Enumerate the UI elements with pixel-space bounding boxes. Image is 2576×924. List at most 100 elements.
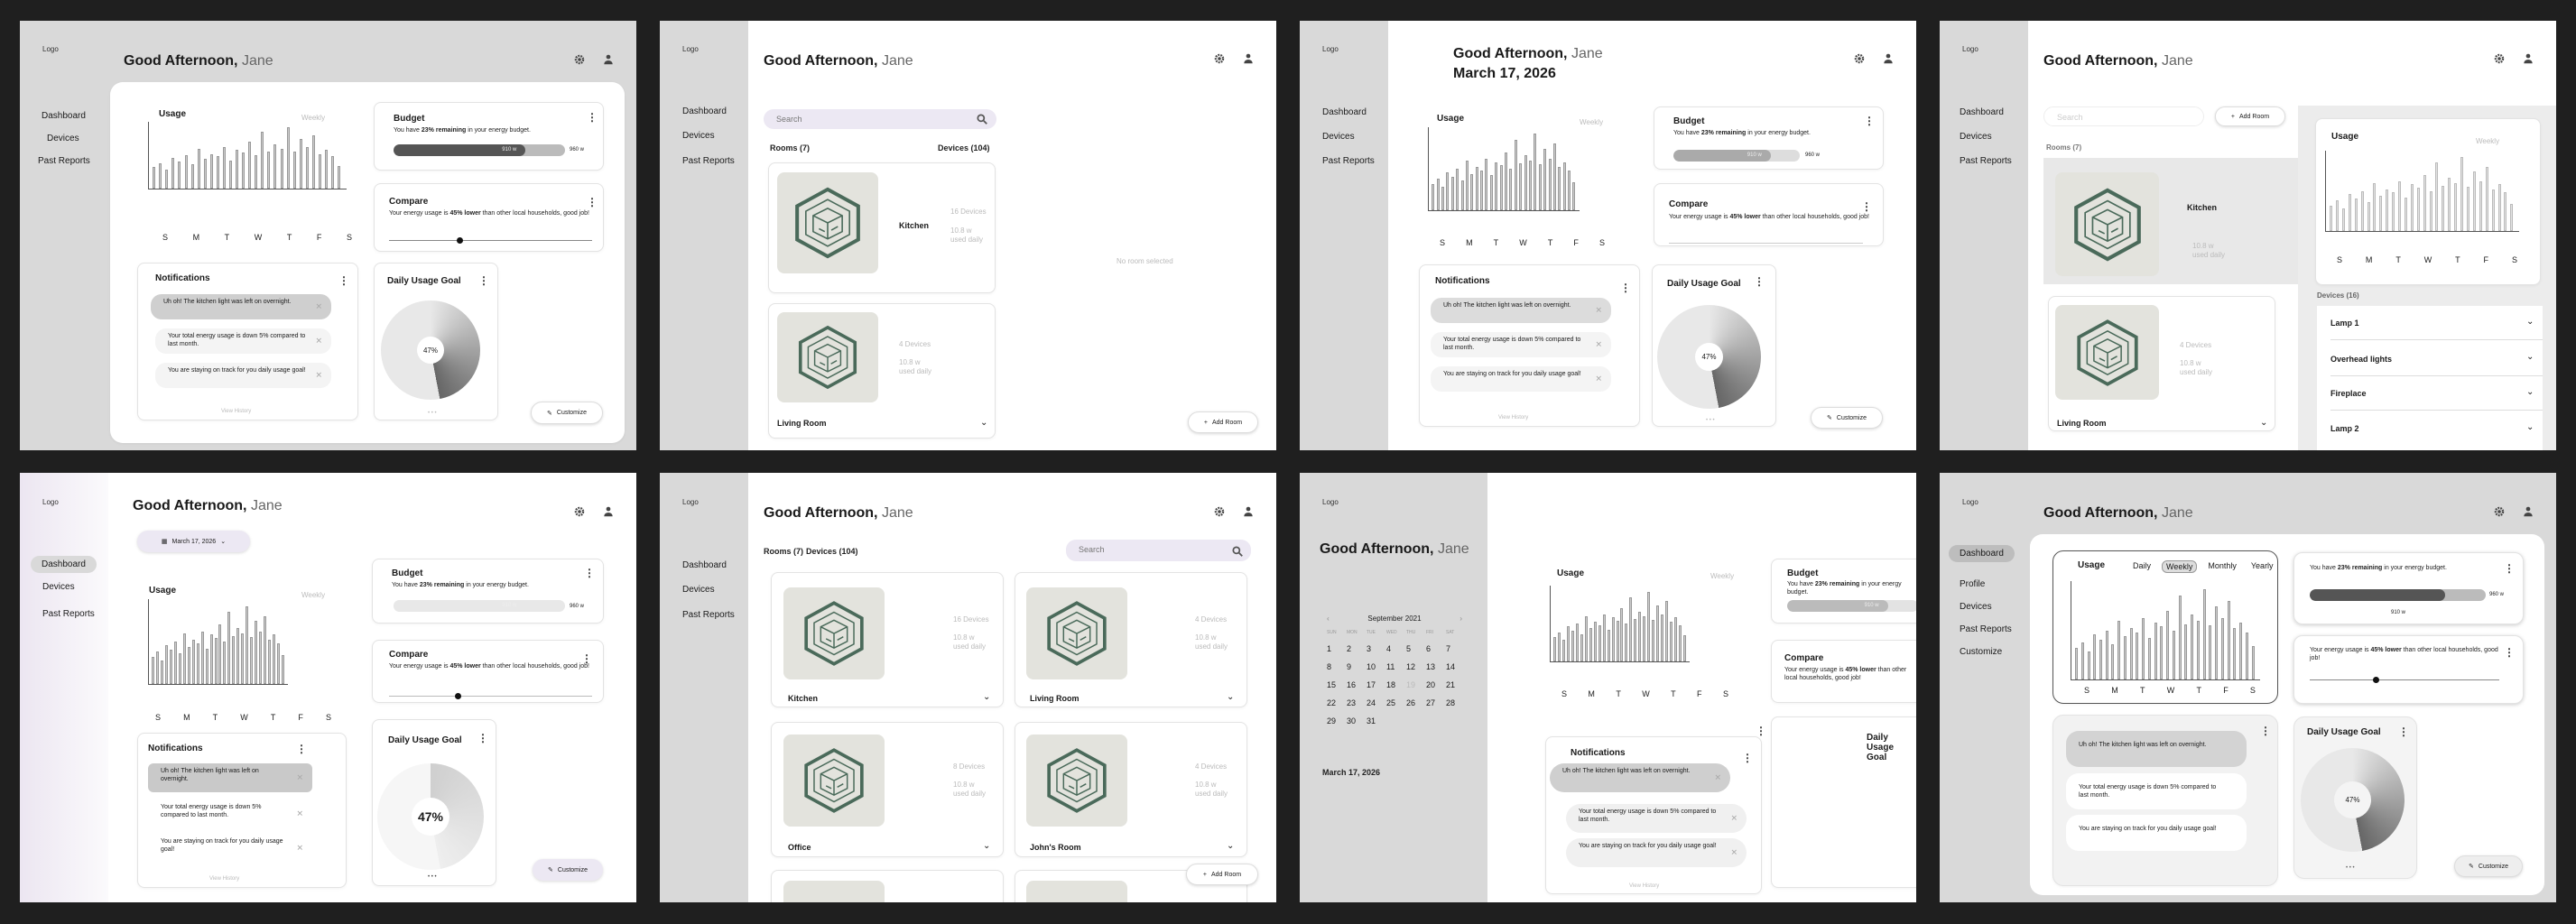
customize-button[interactable]: ✎ Customize xyxy=(531,402,603,424)
chevron-left-icon[interactable]: ‹ xyxy=(1327,614,1330,623)
rooms-label[interactable]: Rooms (7) xyxy=(764,547,803,557)
calendar-day[interactable]: 12 xyxy=(1406,662,1426,671)
tab-monthly[interactable]: Monthly xyxy=(2204,560,2240,573)
close-icon[interactable]: ✕ xyxy=(296,843,303,853)
usage-menu-icon[interactable]: ⋮ xyxy=(1756,725,1766,736)
chevron-down-icon[interactable]: ⌄ xyxy=(2526,387,2534,397)
notifications-menu-icon[interactable]: ⋮ xyxy=(1742,753,1753,763)
chevron-down-icon[interactable]: ⌄ xyxy=(983,841,990,851)
devices-label[interactable]: Devices (16) xyxy=(2317,291,2359,300)
rooms-label[interactable]: Rooms (7) xyxy=(2046,143,2081,152)
calendar-day[interactable]: 26 xyxy=(1406,698,1426,707)
chevron-right-icon[interactable]: › xyxy=(1459,614,1462,623)
calendar-day[interactable]: 3 xyxy=(1367,644,1386,653)
nav-dashboard[interactable]: Dashboard xyxy=(682,560,727,570)
calendar-day[interactable]: 5 xyxy=(1406,644,1426,653)
device-row[interactable]: Fireplace xyxy=(2330,389,2543,411)
notification-item[interactable]: Your total energy usage is down 5% compa… xyxy=(2066,773,2247,809)
calendar-day[interactable]: 11 xyxy=(1386,662,1406,671)
close-icon[interactable]: ✕ xyxy=(1730,813,1737,823)
nav-past-reports[interactable]: Past Reports xyxy=(1322,156,1375,166)
compare-menu-icon[interactable]: ⋮ xyxy=(1861,201,1872,212)
user-icon[interactable] xyxy=(602,53,615,66)
notification-item[interactable]: You are staying on track for you daily u… xyxy=(1566,838,1747,867)
chevron-down-icon[interactable]: ⌄ xyxy=(2526,352,2534,362)
calendar-day[interactable]: 25 xyxy=(1386,698,1406,707)
nav-devices[interactable]: Devices xyxy=(682,585,715,595)
search-input[interactable]: Search xyxy=(1066,540,1251,561)
budget-menu-icon[interactable]: ⋮ xyxy=(584,568,595,578)
calendar-day[interactable]: 8 xyxy=(1327,662,1347,671)
usage-period-select[interactable]: Weekly xyxy=(301,591,325,599)
usage-period-select[interactable]: Weekly xyxy=(1580,118,1603,126)
search-icon[interactable] xyxy=(1231,545,1243,557)
nav-past-reports[interactable]: Past Reports xyxy=(682,610,735,620)
close-icon[interactable]: ✕ xyxy=(296,772,303,782)
search-input[interactable]: Search xyxy=(2043,106,2204,126)
nav-dashboard[interactable]: Dashboard xyxy=(42,111,86,121)
notifications-menu-icon[interactable]: ⋮ xyxy=(296,744,307,754)
user-icon[interactable] xyxy=(602,505,615,518)
nav-past-reports[interactable]: Past Reports xyxy=(1960,156,2012,166)
notification-item[interactable]: You are staying on track for you daily u… xyxy=(148,834,312,863)
compare-thumb[interactable] xyxy=(457,237,463,244)
devices-label[interactable]: Devices (104) xyxy=(806,547,858,557)
budget-menu-icon[interactable]: ⋮ xyxy=(587,112,598,123)
calendar-day[interactable]: 24 xyxy=(1367,698,1386,707)
nav-past-reports[interactable]: Past Reports xyxy=(1960,624,2012,634)
calendar-day[interactable]: 21 xyxy=(1446,680,1466,689)
chevron-down-icon[interactable]: ⌄ xyxy=(2526,317,2534,327)
close-icon[interactable]: ✕ xyxy=(1595,305,1602,315)
compare-thumb[interactable] xyxy=(2373,677,2379,683)
customize-button[interactable]: ✎ Customize xyxy=(533,859,603,881)
gear-icon[interactable] xyxy=(1213,52,1226,65)
calendar-day[interactable]: 23 xyxy=(1347,698,1367,707)
calendar-day[interactable]: 9 xyxy=(1347,662,1367,671)
budget-menu-icon[interactable]: ⋮ xyxy=(2504,563,2515,574)
compare-slider[interactable] xyxy=(1669,243,1863,244)
notification-item[interactable]: Your total energy usage is down 5% compa… xyxy=(1431,332,1611,357)
view-history-link[interactable]: View History xyxy=(1629,883,1659,889)
calendar-days[interactable]: 1 2 3 4 5 6 7 8 9 10 11 12 13 14 15 16 17 18 19 20 21 22 23 24 2… xyxy=(1327,644,1466,725)
nav-profile[interactable]: Profile xyxy=(1960,579,1985,589)
gear-icon[interactable] xyxy=(1853,52,1866,65)
calendar-day[interactable]: 27 xyxy=(1426,698,1446,707)
chevron-down-icon[interactable]: ⌄ xyxy=(2260,418,2267,428)
budget-menu-icon[interactable]: ⋮ xyxy=(1864,116,1875,126)
notification-item[interactable]: You are staying on track for you daily u… xyxy=(155,363,331,388)
compare-thumb[interactable] xyxy=(455,693,461,699)
usage-period-select[interactable]: Weekly xyxy=(301,114,325,122)
notification-item[interactable]: You are staying on track for you daily u… xyxy=(1431,366,1611,392)
add-room-button[interactable]: + Add Room xyxy=(1186,864,1258,885)
device-row[interactable]: Overhead lights xyxy=(2330,355,2543,376)
notification-item[interactable]: Your total energy usage is down 5% compa… xyxy=(148,799,312,828)
notification-item[interactable]: Your total energy usage is down 5% compa… xyxy=(155,328,331,354)
user-icon[interactable] xyxy=(1242,505,1255,518)
nav-dashboard[interactable]: Dashboard xyxy=(31,556,97,573)
calendar-day[interactable]: 10 xyxy=(1367,662,1386,671)
calendar[interactable]: ‹ September 2021 › SUN MON TUE WED THU FRI SAT 1… xyxy=(1327,614,1466,725)
chevron-down-icon[interactable]: ⌄ xyxy=(980,418,987,428)
user-icon[interactable] xyxy=(2522,52,2534,65)
calendar-day[interactable]: 28 xyxy=(1446,698,1466,707)
close-icon[interactable]: ✕ xyxy=(1730,847,1737,857)
notifications-menu-icon[interactable]: ⋮ xyxy=(338,275,349,286)
calendar-day[interactable]: 1 xyxy=(1327,644,1347,653)
nav-dashboard[interactable]: Dashboard xyxy=(1322,107,1367,117)
calendar-day[interactable]: 31 xyxy=(1367,716,1386,725)
rooms-label[interactable]: Rooms (7) xyxy=(770,143,810,153)
goal-menu-icon[interactable]: ⋮ xyxy=(1754,276,1765,287)
calendar-day[interactable]: 17 xyxy=(1367,680,1386,689)
nav-dashboard[interactable]: Dashboard xyxy=(1949,545,2015,562)
close-icon[interactable]: ✕ xyxy=(315,370,322,380)
nav-past-reports[interactable]: Past Reports xyxy=(42,609,95,619)
compare-slider[interactable] xyxy=(389,696,592,697)
goal-menu-icon[interactable]: ⋮ xyxy=(478,275,489,286)
close-icon[interactable]: ✕ xyxy=(1714,772,1721,782)
close-icon[interactable]: ✕ xyxy=(296,808,303,818)
notification-item[interactable]: Uh oh! The kitchen light was left on ove… xyxy=(148,763,312,792)
tab-weekly[interactable]: Weekly xyxy=(2162,560,2198,573)
compare-menu-icon[interactable]: ⋮ xyxy=(2504,647,2515,658)
calendar-day[interactable]: 30 xyxy=(1347,716,1367,725)
calendar-day[interactable]: 19 xyxy=(1406,680,1426,689)
